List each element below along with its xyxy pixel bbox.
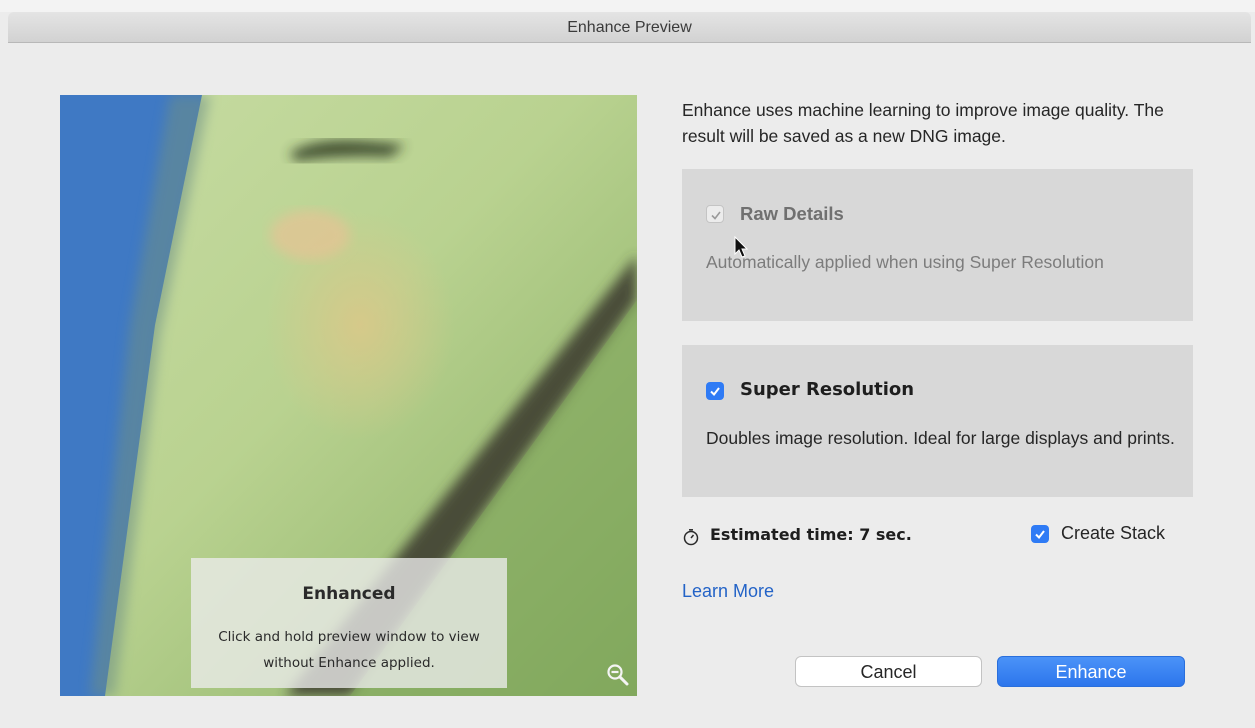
overlay-text: Click and hold preview window to view wi… [218,629,480,671]
overlay-title: Enhanced [302,584,396,604]
super-resolution-description: Doubles image resolution. Ideal for larg… [706,428,1175,448]
learn-more-link[interactable]: Learn More [682,581,774,602]
raw-details-description: Automatically applied when using Super R… [706,252,1104,272]
enhance-button[interactable]: Enhance [997,656,1185,687]
stopwatch-icon [683,529,699,546]
cancel-button[interactable]: Cancel [795,656,982,687]
super-resolution-label: Super Resolution [740,379,915,400]
raw-details-checkbox[interactable] [706,205,724,223]
preview-image[interactable]: Enhanced Click and hold preview window t… [60,95,637,696]
window-title: Enhance Preview [567,19,692,36]
window-top-edge [0,0,1255,12]
raw-details-label: Raw Details [740,203,844,224]
raw-details-panel: Raw Details Automatically applied when u… [682,169,1193,321]
checkmark-icon [1035,530,1045,540]
checkmark-icon [710,387,720,397]
super-resolution-panel: Super Resolution Doubles image resolutio… [682,345,1193,497]
mouse-cursor-icon [734,236,749,258]
create-stack-label: Create Stack [1061,523,1166,543]
checkmark-icon [711,211,721,220]
estimated-time-label: Estimated time: 7 sec. [710,525,912,544]
super-resolution-checkbox[interactable] [706,382,724,400]
preview-info-overlay: Enhanced Click and hold preview window t… [191,558,507,688]
title-bar: Enhance Preview [8,12,1251,43]
intro-text: Enhance uses machine learning to improve… [682,100,1164,146]
create-stack-checkbox[interactable] [1031,525,1049,543]
zoom-out-icon[interactable] [606,663,630,687]
